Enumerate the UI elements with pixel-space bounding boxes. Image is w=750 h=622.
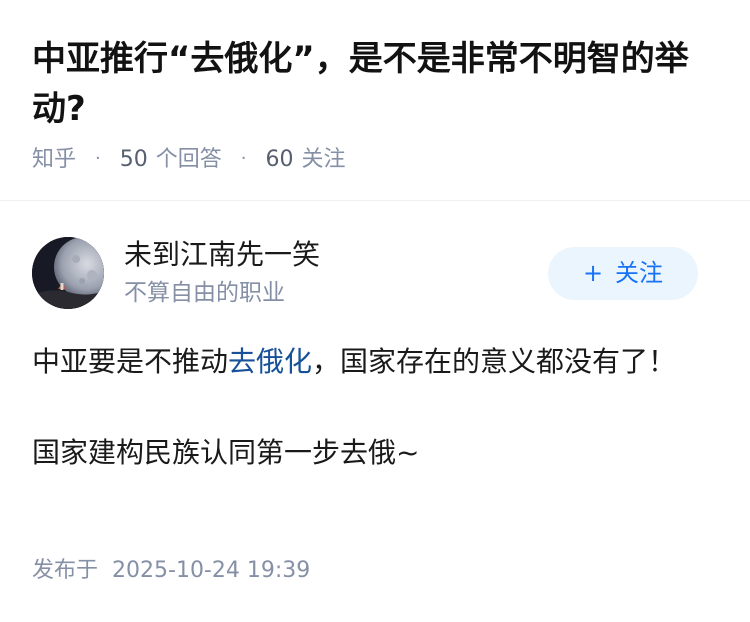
answer-paragraph: 国家建构民族认同第一步去俄~ [32,436,420,469]
author-name[interactable]: 未到江南先一笑 [124,236,320,274]
paragraph-text-before: 中亚要是不推动 [32,345,229,378]
follower-count: 60 [265,147,294,172]
answer-body: 中亚要是不推动去俄化，国家存在的意义都没有了！ 国家建构民族认同第一步去俄~ [32,339,682,521]
author-bio: 不算自由的职业 [124,280,285,306]
answer-count: 50 [119,147,148,172]
question-meta: 知乎 · 50 个回答 · 60 关注 [32,144,346,175]
follow-button[interactable]: + 关注 [548,247,698,300]
publish-prefix: 发布于 [32,558,99,583]
answer-card: 未到江南先一笑 不算自由的职业 + 关注 中亚要是不推动去俄化，国家存在的意义都没… [0,202,750,622]
publish-time: 发布于 2025-10-24 19:39 [32,556,310,586]
separator-dot: · [95,148,101,169]
avatar-moon-figure-icon [32,237,104,309]
follower-count-label[interactable]: 关注 [302,147,346,172]
source-label[interactable]: 知乎 [32,147,76,172]
plus-icon: + [582,259,604,287]
separator-dot: · [240,148,247,169]
publish-datetime: 2025-10-24 19:39 [112,558,311,583]
question-title[interactable]: 中亚推行“去俄化”，是不是非常不明智的举动? [32,34,722,134]
follow-button-label: 关注 [615,259,664,287]
topic-link[interactable]: 去俄化 [228,345,312,378]
answer-count-label[interactable]: 个回答 [156,147,222,172]
question-header: 中亚推行“去俄化”，是不是非常不明智的举动? 知乎 · 50 个回答 · 60 关注 [0,0,750,201]
paragraph-text-after: ，国家存在的意义都没有了！ [312,345,677,378]
avatar[interactable] [32,237,104,309]
answer-paragraph: 中亚要是不推动去俄化，国家存在的意义都没有了！ [32,339,682,385]
